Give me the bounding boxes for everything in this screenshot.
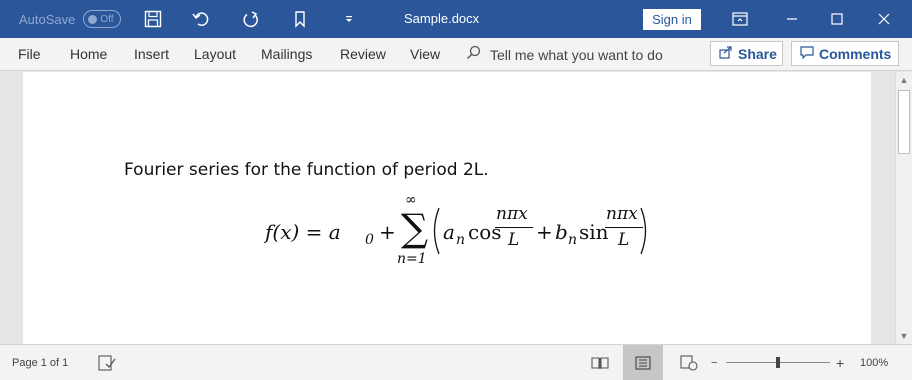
eq-right-paren [640, 207, 647, 255]
print-layout-icon[interactable] [623, 345, 663, 380]
ribbon-display-icon[interactable] [725, 0, 755, 38]
comments-button[interactable]: Comments [791, 41, 899, 66]
eq-sin: sin [579, 220, 609, 244]
zoom-level[interactable]: 100% [860, 345, 888, 380]
autosave-toggle[interactable]: Off [83, 10, 122, 28]
vertical-scrollbar[interactable]: ▲ ▼ [895, 72, 912, 344]
autosave-label: AutoSave [19, 11, 76, 27]
eq-left-paren [433, 207, 440, 255]
undo-icon[interactable] [186, 0, 216, 38]
autosave-state: Off [100, 13, 114, 25]
tell-me-label: Tell me what you want to do [490, 46, 663, 63]
tab-home[interactable]: Home [70, 38, 107, 71]
web-layout-icon[interactable] [676, 345, 702, 380]
zoom-in-button[interactable]: + [836, 345, 844, 380]
eq-cos-denominator: L [508, 230, 520, 250]
comment-icon [800, 45, 819, 62]
eq-cos-fraction-bar [495, 227, 533, 228]
eq-a0-subscript: 0 [365, 232, 374, 248]
autosave-control[interactable]: AutoSave Off [19, 10, 122, 28]
tab-mailings[interactable]: Mailings [261, 38, 312, 71]
minimize-icon[interactable] [777, 0, 807, 38]
read-mode-icon[interactable] [587, 345, 613, 380]
sign-in-button[interactable]: Sign in [643, 9, 701, 30]
customize-qat-icon[interactable] [334, 0, 364, 38]
eq-plus-2: + [536, 220, 553, 244]
maximize-icon[interactable] [822, 0, 852, 38]
document-page[interactable]: Fourier series for the function of perio… [23, 72, 871, 344]
eq-sin-denominator: L [618, 230, 630, 250]
eq-sum-lower: n=1 [397, 251, 427, 267]
toggle-dot-icon [88, 14, 98, 24]
title-bar: AutoSave Off Sample.docx Sign in [0, 0, 912, 38]
scroll-down-icon[interactable]: ▼ [896, 328, 912, 344]
eq-lhs: f(x) = a [265, 220, 341, 244]
comments-label: Comments [819, 45, 892, 62]
eq-plus: + [379, 220, 396, 244]
fourier-equation[interactable]: f(x) = a 0 + ∞ ∑ n=1 a n cos nπx L + b n… [263, 192, 647, 272]
tab-file[interactable]: File [18, 38, 41, 71]
eq-sum-symbol: ∑ [401, 206, 429, 250]
redo-icon[interactable] [236, 0, 266, 38]
eq-b-n-subscript: n [568, 232, 578, 248]
eq-sin-fraction-bar [605, 227, 643, 228]
save-icon[interactable] [138, 0, 168, 38]
touch-mode-icon[interactable] [285, 0, 315, 38]
eq-a-n: a [443, 220, 455, 244]
zoom-out-button[interactable]: − [711, 345, 717, 380]
tab-review[interactable]: Review [340, 38, 386, 71]
share-icon [719, 45, 738, 62]
eq-b-n: b [555, 220, 568, 244]
zoom-slider-thumb[interactable] [776, 357, 780, 368]
page-info[interactable]: Page 1 of 1 [12, 345, 68, 380]
document-title: Sample.docx [404, 11, 480, 26]
tab-layout[interactable]: Layout [194, 38, 236, 71]
document-area: Fourier series for the function of perio… [0, 72, 895, 344]
scroll-up-icon[interactable]: ▲ [896, 72, 912, 88]
proofing-icon[interactable] [98, 345, 116, 380]
share-label: Share [738, 45, 777, 62]
tell-me-search[interactable]: Tell me what you want to do [466, 38, 663, 71]
tab-insert[interactable]: Insert [134, 38, 169, 71]
status-bar: Page 1 of 1 − + 100% [0, 344, 912, 380]
close-icon[interactable] [869, 0, 899, 38]
eq-a-n-subscript: n [456, 232, 466, 248]
search-icon [466, 45, 482, 64]
eq-sin-numerator: nπx [606, 204, 638, 224]
eq-cos-numerator: nπx [496, 204, 528, 224]
tab-view[interactable]: View [410, 38, 440, 71]
share-button[interactable]: Share [710, 41, 783, 66]
scroll-thumb[interactable] [898, 90, 910, 154]
document-caption: Fourier series for the function of perio… [124, 160, 489, 180]
